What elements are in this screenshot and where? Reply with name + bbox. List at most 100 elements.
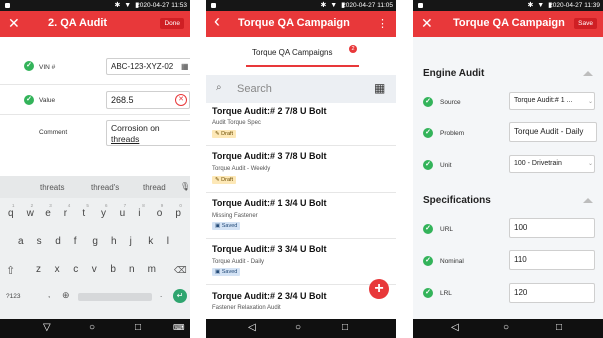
comment-line2: threads: [111, 134, 140, 144]
comma-key[interactable]: ,: [48, 290, 50, 299]
back-icon[interactable]: ‹: [214, 12, 220, 30]
nominal-field[interactable]: 110: [509, 250, 595, 270]
item-subtitle: Torque Audit - Weekly: [212, 166, 271, 172]
comment-field[interactable]: Corrosion on threads: [106, 120, 190, 146]
status-bar: ✱ ▼ ▮ 2020-04-27 11:53: [0, 0, 190, 11]
close-icon[interactable]: ✕: [421, 15, 433, 31]
key-s[interactable]: s: [37, 236, 42, 247]
status-badge: ✎ Draft: [212, 176, 237, 184]
recents-nav-icon[interactable]: □: [342, 322, 348, 334]
back-nav-icon[interactable]: ◁: [248, 322, 256, 334]
key-b[interactable]: b: [110, 264, 116, 275]
space-key[interactable]: [78, 293, 152, 301]
barcode-icon[interactable]: ▦: [181, 62, 189, 71]
key-y[interactable]: y: [101, 208, 106, 219]
home-nav-icon[interactable]: ○: [295, 322, 301, 334]
tab-indicator: [246, 65, 359, 67]
key-q[interactable]: q: [8, 208, 14, 219]
divider: [206, 284, 396, 285]
field-label-vin: VIN #: [39, 64, 56, 71]
key-e[interactable]: e: [45, 208, 51, 219]
item-subtitle: Torque Audit - Daily: [212, 259, 265, 265]
close-icon[interactable]: ✕: [8, 15, 20, 31]
collapse-icon[interactable]: [583, 71, 593, 76]
key-r[interactable]: r: [64, 208, 67, 219]
suggestion[interactable]: thread: [143, 183, 166, 192]
divider: [0, 84, 190, 85]
key-k[interactable]: k: [148, 236, 153, 247]
symbols-key[interactable]: ?123: [6, 293, 20, 300]
key-n[interactable]: n: [129, 264, 135, 275]
more-menu-icon[interactable]: ⋮: [377, 17, 388, 30]
globe-icon[interactable]: ⊕: [62, 290, 70, 301]
problem-value: Torque Audit - Daily: [514, 127, 584, 136]
back-nav-icon[interactable]: ◁: [451, 322, 459, 334]
app-bar: ✕ 2. QA Audit Done: [0, 11, 190, 37]
key-hint: 5: [86, 203, 89, 208]
notification-icon: [5, 3, 10, 8]
backspace-icon[interactable]: ⌫: [174, 265, 187, 276]
key-o[interactable]: o: [157, 208, 163, 219]
vin-value: ABC-123-XYZ-02: [111, 62, 174, 71]
shift-icon[interactable]: ⇧: [6, 264, 15, 277]
key-v[interactable]: v: [92, 264, 97, 275]
key-m[interactable]: m: [148, 264, 156, 275]
add-fab-button[interactable]: +: [369, 279, 389, 299]
divider: [0, 114, 190, 115]
status-badge: ▣ Saved: [212, 268, 241, 276]
home-nav-icon[interactable]: ○: [89, 322, 95, 334]
tab-campaigns[interactable]: Torque QA Campaigns: [252, 48, 333, 57]
period-key[interactable]: .: [160, 290, 162, 299]
suggestion[interactable]: threats: [40, 183, 64, 192]
mic-icon[interactable]: 🎙: [180, 182, 190, 191]
home-nav-icon[interactable]: ○: [503, 322, 509, 334]
key-h[interactable]: h: [111, 236, 117, 247]
key-w[interactable]: w: [27, 208, 34, 219]
comment-line1: Corrosion on: [111, 123, 160, 133]
key-j[interactable]: j: [130, 236, 132, 247]
key-hint: 0: [179, 203, 182, 208]
key-t[interactable]: t: [82, 208, 85, 219]
qr-code-icon[interactable]: ▦: [374, 81, 385, 95]
page-title: Torque QA Campaign: [238, 17, 350, 29]
key-a[interactable]: a: [18, 236, 24, 247]
key-d[interactable]: d: [55, 236, 61, 247]
lrl-field[interactable]: 120: [509, 283, 595, 303]
unit-value: 100 - Drivetrain: [514, 160, 562, 167]
key-c[interactable]: c: [73, 264, 78, 275]
suggestion[interactable]: thread's: [91, 183, 119, 192]
status-bar: ✱ ▼ ▮ 2020-04-27 11:05: [206, 0, 396, 11]
unit-dropdown[interactable]: 100 - Drivetrain: [509, 155, 595, 173]
key-x[interactable]: x: [55, 264, 60, 275]
key-u[interactable]: u: [120, 208, 126, 219]
page-title: Torque QA Campaign: [453, 17, 565, 29]
source-dropdown[interactable]: Torque Audit:# 1 ...: [509, 92, 595, 110]
field-label-lrl: LRL: [440, 290, 452, 297]
done-button[interactable]: Done: [160, 18, 184, 29]
check-icon: ✓: [423, 224, 433, 234]
vin-field[interactable]: ABC-123-XYZ-02: [106, 58, 190, 75]
back-nav-icon[interactable]: ▽: [43, 322, 51, 334]
key-p[interactable]: p: [175, 208, 181, 219]
collapse-icon[interactable]: [583, 198, 593, 203]
key-z[interactable]: z: [36, 264, 41, 275]
status-badge: ✎ Draft: [212, 130, 237, 138]
key-f[interactable]: f: [74, 236, 77, 247]
key-g[interactable]: g: [92, 236, 98, 247]
enter-key-icon[interactable]: ↵: [173, 289, 187, 303]
clear-icon[interactable]: ✕: [175, 94, 187, 106]
keyboard-toggle-icon[interactable]: ⌨: [173, 322, 185, 334]
url-field[interactable]: 100: [509, 218, 595, 238]
item-subtitle: Fastener Relaxation Audit: [212, 305, 281, 311]
app-bar: ✕ Torque QA Campaign Save: [413, 11, 603, 37]
search-input[interactable]: Search: [237, 83, 272, 95]
recents-nav-icon[interactable]: □: [135, 322, 141, 334]
save-button[interactable]: Save: [574, 18, 597, 29]
problem-field[interactable]: Torque Audit - Daily: [509, 122, 597, 142]
key-l[interactable]: l: [167, 236, 169, 247]
recents-nav-icon[interactable]: □: [556, 322, 562, 334]
status-time: 2020-04-27 11:53: [136, 2, 187, 9]
search-bar[interactable]: ⌕ Search ▦: [206, 75, 396, 103]
key-hint: 2: [30, 203, 34, 208]
key-i[interactable]: i: [138, 208, 140, 219]
